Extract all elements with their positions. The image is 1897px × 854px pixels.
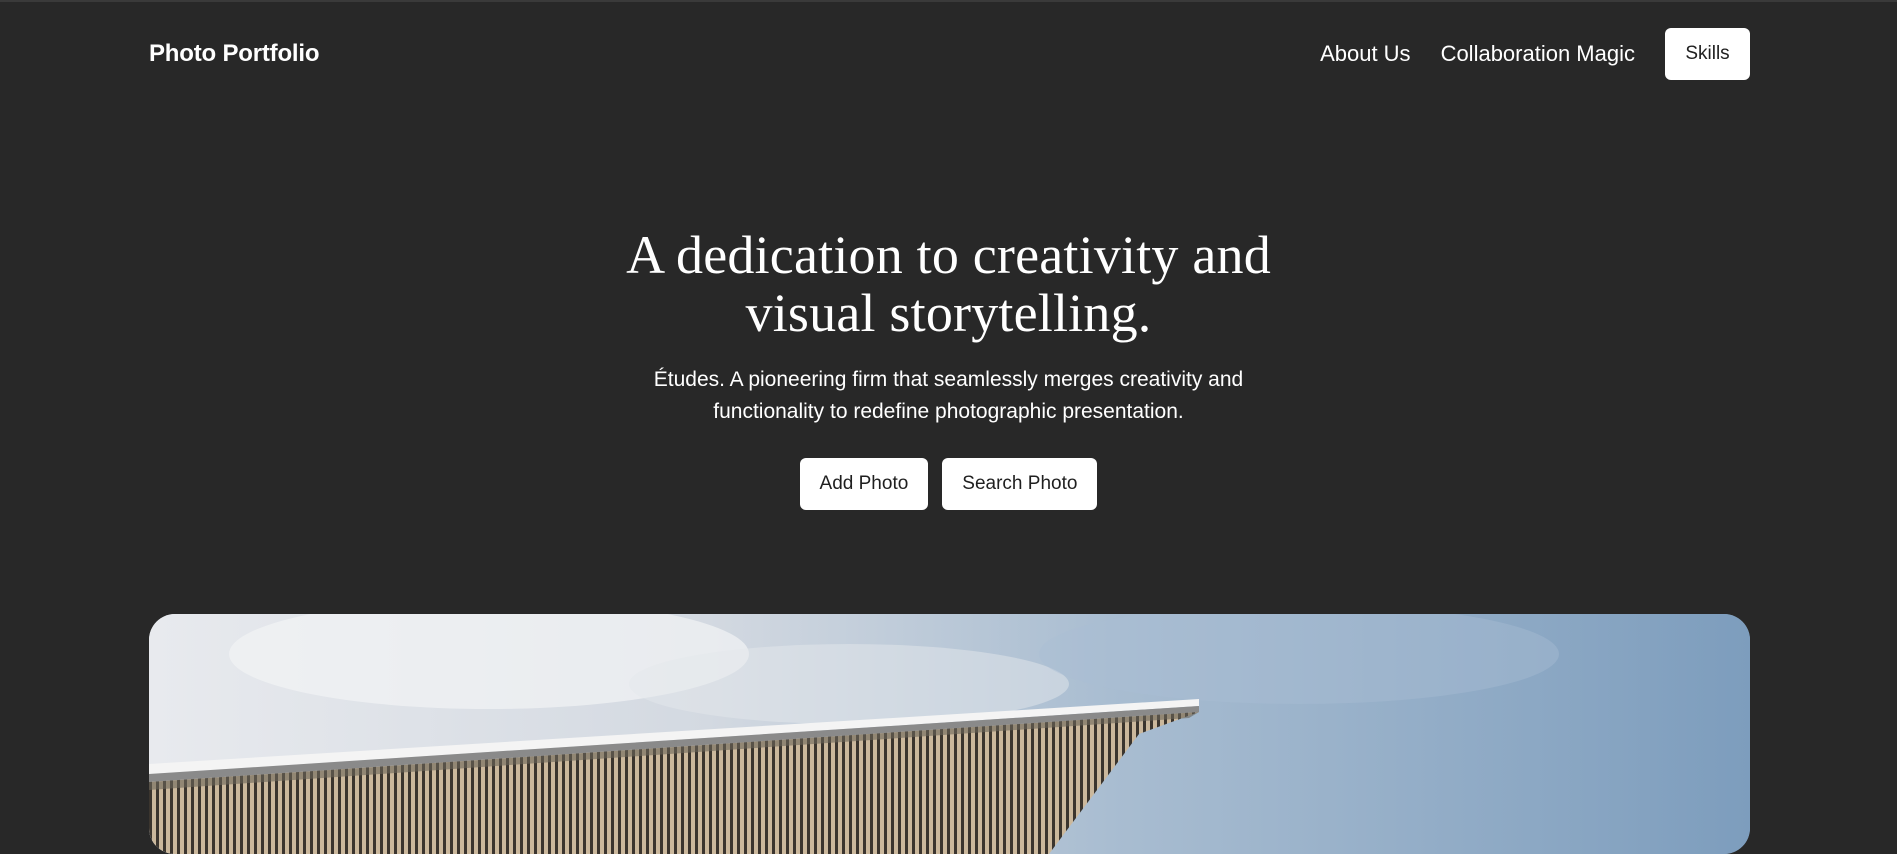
nav-link-collaboration[interactable]: Collaboration Magic: [1441, 41, 1635, 67]
brand-logo[interactable]: Photo Portfolio: [149, 40, 320, 68]
nav-link-about[interactable]: About Us: [1320, 41, 1411, 67]
hero-subtitle: Études. A pioneering firm that seamlessl…: [653, 368, 1244, 423]
hero-title: A dedication to creativity and visual st…: [626, 225, 1271, 343]
hero-actions: Add Photo Search Photo: [0, 458, 1897, 510]
top-divider: [0, 0, 1897, 2]
search-photo-button[interactable]: Search Photo: [942, 458, 1098, 510]
hero-section: A dedication to creativity and visual st…: [0, 226, 1897, 510]
architecture-image: [149, 614, 1750, 854]
main-nav: About Us Collaboration Magic Skills: [1290, 28, 1750, 80]
site-header: Photo Portfolio About Us Collaboration M…: [149, 28, 1750, 80]
hero-photo: [149, 614, 1750, 854]
skills-button[interactable]: Skills: [1665, 28, 1750, 80]
add-photo-button[interactable]: Add Photo: [799, 458, 929, 510]
